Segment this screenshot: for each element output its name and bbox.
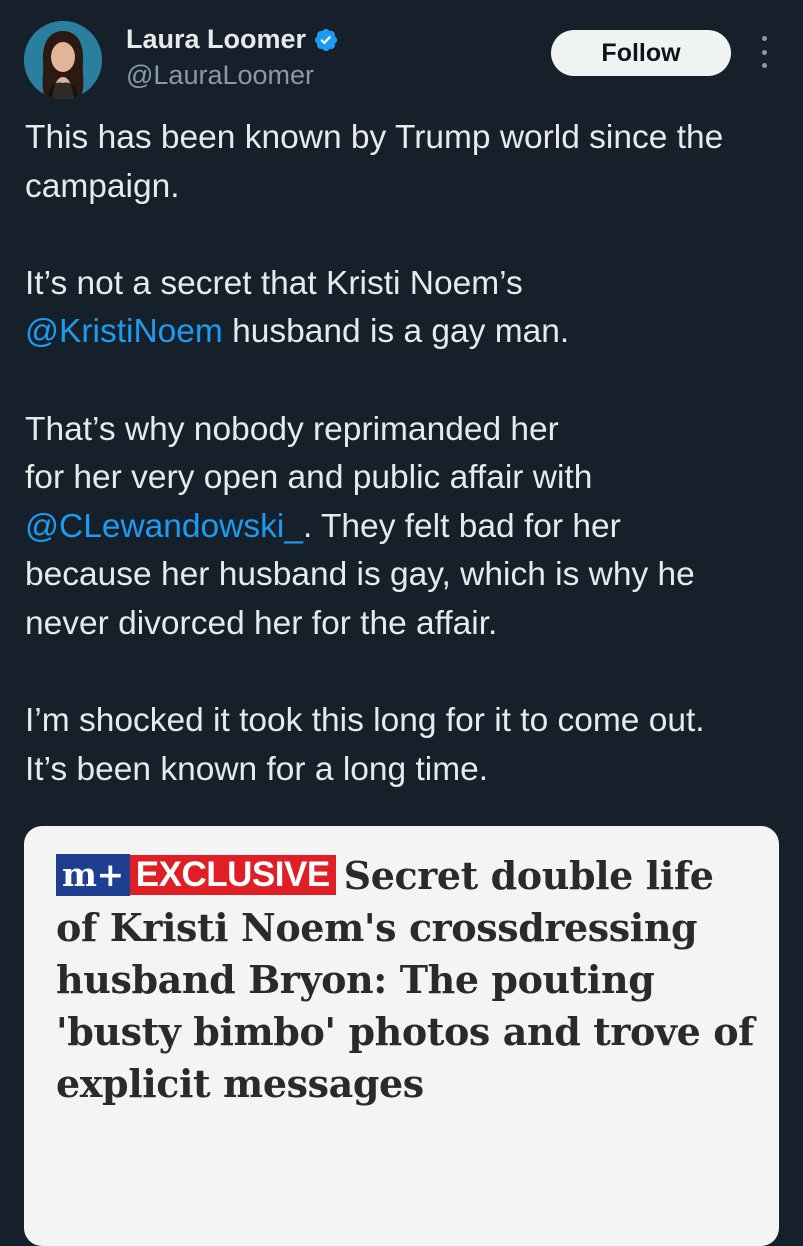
tweet-text-segment: It’s not a secret that Kristi Noem’s [25, 264, 523, 302]
more-dot [761, 63, 767, 68]
author-handle[interactable]: @LauraLoomer [126, 60, 314, 91]
publication-logo: m+ [56, 854, 130, 896]
tweet-text-segment: for her very open and public affair with [25, 459, 593, 497]
mention-link-clewandowski[interactable]: @CLewandowski_ [25, 508, 303, 545]
avatar-image [24, 21, 102, 99]
link-preview-card[interactable]: m+ EXCLUSIVE Secret double life of Kristi … [24, 826, 779, 1246]
article-headline: m+ EXCLUSIVE Secret double life of Kristi … [56, 850, 756, 1110]
more-dot [761, 36, 767, 41]
tweet-text-segment: husband is a gay man. [222, 313, 570, 351]
tweet-paragraph: That’s why nobody reprimanded her for he… [25, 406, 740, 649]
exclusive-badge: EXCLUSIVE [129, 855, 336, 895]
tweet-paragraph: It’s not a secret that Kristi Noem’s @Kr… [25, 260, 645, 357]
follow-button[interactable]: Follow [551, 30, 731, 76]
tweet-text-segment: That’s why nobody reprimanded her [25, 410, 559, 448]
tweet-text: This has been known by Trump world since… [25, 114, 790, 794]
more-dot [761, 49, 767, 55]
verified-badge-icon [314, 28, 338, 51]
tweet-paragraph: I’m shocked it took this long for it to … [25, 702, 705, 788]
avatar[interactable] [24, 21, 102, 99]
author-name-row[interactable]: Laura Loomer [126, 24, 339, 55]
author-display-name[interactable]: Laura Loomer [126, 24, 306, 55]
tweet-paragraph: This has been known by Trump world since… [25, 119, 724, 205]
more-vertical-icon[interactable] [752, 36, 776, 68]
mention-link-kristinoem[interactable]: @KristiNoem [25, 313, 223, 350]
